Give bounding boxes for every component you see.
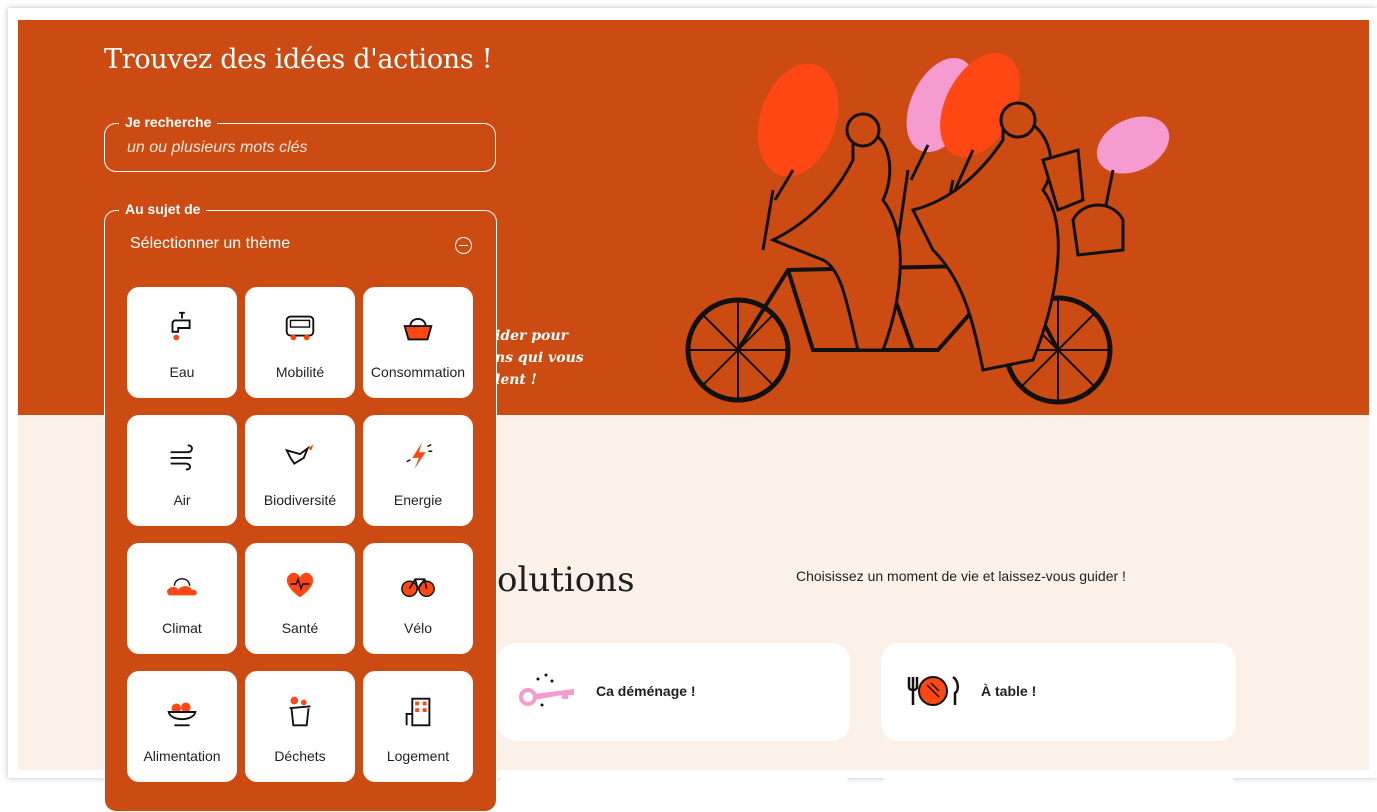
plate-cutlery-icon: [907, 675, 959, 706]
theme-label: Vélo: [403, 620, 433, 636]
lightning-icon: [406, 442, 433, 470]
search-legend: Je recherche: [119, 114, 218, 130]
theme-card-velo[interactable]: Vélo: [363, 543, 473, 654]
bus-icon: [285, 315, 315, 341]
theme-card-air[interactable]: Air: [127, 415, 237, 526]
theme-select[interactable]: Sélectionner un thème: [130, 233, 472, 257]
hero-tagline-line: ns qui vous: [495, 350, 584, 366]
theme-label: Déchets: [274, 748, 326, 764]
theme-label: Air: [173, 492, 191, 508]
moment-label: À table !: [981, 683, 1037, 699]
building-icon: [405, 697, 431, 727]
theme-card-sante[interactable]: Santé: [245, 543, 355, 654]
food-bowl-icon: [167, 702, 197, 727]
heart-pulse-icon: [286, 572, 314, 598]
theme-card-climat[interactable]: Climat: [127, 543, 237, 654]
moment-card[interactable]: [881, 770, 1236, 810]
theme-label: Eau: [169, 364, 195, 380]
trash-bin-icon: [289, 696, 311, 727]
theme-card-consommation[interactable]: Consommation: [363, 287, 473, 398]
moment-card[interactable]: [498, 770, 850, 810]
hero-tagline-line: lent !: [495, 372, 537, 388]
theme-label: Logement: [386, 748, 450, 764]
theme-card-dechets[interactable]: Déchets: [245, 671, 355, 782]
hero-tagline: ider pour ns qui vous lent !: [495, 325, 584, 391]
hero-tagline-line: ider pour: [495, 328, 568, 344]
solutions-title: olutions: [497, 560, 635, 600]
theme-card-mobilite[interactable]: Mobilité: [245, 287, 355, 398]
theme-label: Alimentation: [143, 748, 221, 764]
solutions-subtitle: Choisissez un moment de vie et laissez-v…: [796, 568, 1126, 584]
moment-card-table[interactable]: À table !: [881, 643, 1236, 741]
theme-card-biodiversite[interactable]: Biodiversité: [245, 415, 355, 526]
search-field: Je recherche: [104, 114, 496, 172]
tandem-bike-illustration: [685, 53, 1170, 405]
minus-circle-icon[interactable]: [455, 237, 472, 254]
search-input[interactable]: [125, 136, 479, 160]
moment-card-demenage[interactable]: Ca déménage !: [498, 643, 850, 741]
theme-legend: Au sujet de: [119, 201, 207, 217]
theme-card-logement[interactable]: Logement: [363, 671, 473, 782]
sun-cloud-icon: [166, 578, 197, 596]
theme-filter-panel: Au sujet de Sélectionner un thème Eau Mo…: [104, 201, 497, 812]
wind-icon: [170, 444, 193, 471]
theme-label: Climat: [162, 620, 202, 636]
theme-label: Mobilité: [275, 364, 325, 380]
key-icon: [519, 673, 574, 707]
bird-icon: [284, 444, 314, 465]
theme-card-alimentation[interactable]: Alimentation: [127, 671, 237, 782]
theme-label: Biodiversité: [263, 492, 337, 508]
theme-grid: Eau Mobilité Consommation Air Biodiversi…: [127, 287, 487, 782]
theme-label: Energie: [393, 492, 443, 508]
moment-label: Ca déménage !: [596, 683, 696, 699]
theme-card-eau[interactable]: Eau: [127, 287, 237, 398]
basket-icon: [403, 318, 433, 341]
water-tap-icon: [171, 311, 191, 341]
theme-label: Consommation: [370, 364, 466, 380]
bicycle-icon: [401, 578, 435, 598]
hero-title: Trouvez des idées d'actions !: [104, 44, 493, 75]
theme-card-energie[interactable]: Energie: [363, 415, 473, 526]
theme-label: Santé: [281, 620, 319, 636]
theme-select-label: Sélectionner un thème: [130, 235, 291, 252]
